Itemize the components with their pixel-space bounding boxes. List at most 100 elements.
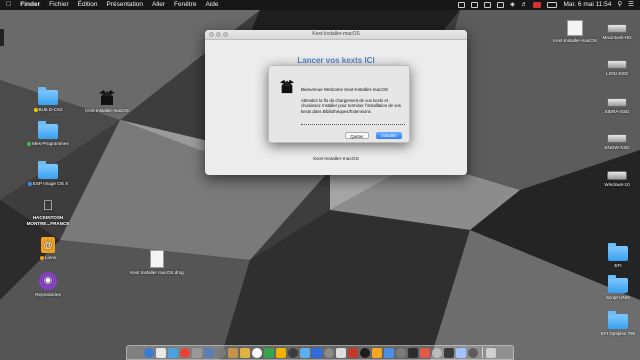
drive-icon — [607, 60, 627, 69]
dock-app-icon[interactable] — [275, 347, 286, 358]
dock-app-icon[interactable] — [443, 347, 454, 358]
menu-edition[interactable]: Édition — [78, 0, 98, 10]
dialog-message: Attendez la fin du chargement de vos kex… — [301, 98, 401, 114]
desktop-icon-label: EFI — [614, 263, 622, 268]
status-icon-4[interactable] — [496, 2, 504, 8]
desktop-icon-label: Repositories — [35, 292, 61, 297]
close-button[interactable] — [209, 32, 214, 37]
desktop-icon-mes-programmes[interactable]: Mes-Programmes — [18, 121, 78, 147]
dock-app-icon[interactable] — [287, 347, 298, 358]
folder-icon — [608, 243, 628, 261]
drive-icon — [607, 98, 627, 107]
dock-app-icon[interactable] — [215, 347, 226, 358]
dock-app-icon[interactable] — [383, 347, 394, 358]
desktop:  Finder Fichier Édition Présentation Al… — [0, 0, 640, 360]
dock-app-icon[interactable] — [431, 347, 442, 358]
dock-app-icon[interactable] — [191, 347, 202, 358]
wifi-icon[interactable]: ◈ — [510, 0, 515, 10]
desktop-icon-snow-ssd[interactable]: SNOW-SSD — [587, 134, 640, 151]
status-icon-2[interactable] — [470, 2, 478, 8]
dock-app-icon[interactable] — [251, 347, 262, 358]
dock-app-icon[interactable] — [407, 347, 418, 358]
dock-app-icon[interactable] — [311, 347, 322, 358]
desktop-icon-label: Script-UNIX — [605, 295, 631, 300]
folder-icon — [38, 121, 58, 139]
menu-fenetre[interactable]: Fenêtre — [174, 0, 196, 10]
desktop-icon-kext-dmg[interactable]: Kext Installer macOS.dmg — [127, 250, 187, 276]
dock-app-icon[interactable] — [167, 347, 178, 358]
quit-button[interactable]: Quitter — [345, 132, 369, 139]
dock-app-icon[interactable] — [359, 347, 370, 358]
desktop-icon-script-unix[interactable]: Script-UNIX — [588, 275, 640, 301]
dock-app-icon[interactable] — [179, 347, 190, 358]
menu-finder[interactable]: Finder — [20, 0, 40, 10]
loading-indicator — [301, 124, 405, 126]
folder-icon — [38, 87, 58, 105]
desktop-icon-build-cs2[interactable]: BUILD-CS2 — [18, 87, 78, 113]
dock — [126, 345, 514, 360]
dock-app-icon[interactable] — [227, 347, 238, 358]
volume-icon[interactable]: ♬ — [521, 0, 528, 10]
window-footer-label: Kext-Installer-macOS — [313, 157, 359, 162]
desktop-icon-siera-ssd[interactable]: SIERA-SSD — [587, 98, 640, 115]
tag-dot — [40, 255, 44, 260]
desktop-icon-lion-ssd[interactable]: LION-SSD — [587, 60, 640, 77]
drive-icon — [607, 171, 627, 180]
dock-app-icon[interactable] — [143, 347, 154, 358]
desktop-icon-label: Kext Installer macOS.dmg — [130, 270, 184, 275]
dock-app-icon[interactable] — [347, 347, 358, 358]
desktop-icon-macintosh-hd[interactable]: Macintosh-HD — [587, 24, 640, 41]
status-icon-3[interactable] — [483, 2, 491, 8]
notification-center-icon[interactable]: ☰ — [628, 0, 634, 10]
flag-icon[interactable] — [533, 2, 542, 8]
dock-app-icon[interactable] — [203, 347, 214, 358]
menu-aide[interactable]: Aide — [205, 0, 218, 10]
zoom-button[interactable] — [223, 32, 228, 37]
dock-app-icon[interactable] — [455, 347, 466, 358]
menu-aller[interactable]: Aller — [152, 0, 165, 10]
dock-app-icon[interactable] — [299, 347, 310, 358]
dock-app-icon[interactable] — [263, 347, 274, 358]
desktop-icon-repositories[interactable]: ◉ Repositories — [18, 272, 78, 298]
spotlight-icon[interactable]: ⚲ — [617, 0, 622, 10]
dock-app-icon[interactable] — [239, 347, 250, 358]
dialog-title: Bienvenue Welcome Kext-Installer-macOS — [301, 87, 388, 92]
dock-app-icon[interactable] — [323, 347, 334, 358]
desktop-icon-kext-installer[interactable]: Kext-Installer-macOS — [77, 88, 137, 114]
menu-fichier[interactable]: Fichier — [49, 0, 69, 10]
tag-dot — [27, 141, 32, 146]
desktop-icon-esp-image[interactable]: ESP Image OS X — [18, 161, 78, 187]
desktop-icon-label: EFI Optiplex 790 — [600, 331, 636, 336]
tag-dot — [33, 107, 38, 112]
trash-icon[interactable] — [486, 347, 497, 358]
clock[interactable]: Mar. 6 mai 11:54 — [563, 0, 611, 10]
menu-bar:  Finder Fichier Édition Présentation Al… — [0, 0, 640, 10]
dock-app-icon[interactable] — [335, 347, 346, 358]
window-title: Kext-Installer-macOS — [312, 31, 360, 37]
desktop-icon-windows-10[interactable]: Windows-10 — [587, 171, 640, 188]
drive-icon — [607, 24, 627, 33]
menu-presentation[interactable]: Présentation — [107, 0, 144, 10]
desktop-icon-efi-optiplex[interactable]: EFI Optiplex 790 — [588, 311, 640, 337]
dock-app-icon[interactable] — [467, 347, 478, 358]
kext-installer-icon — [279, 78, 295, 99]
battery-icon[interactable] — [547, 2, 558, 8]
desktop-icon-liens[interactable]: @ Liens — [18, 237, 78, 261]
window-titlebar[interactable]: Kext-Installer-macOS — [205, 30, 467, 40]
dock-app-icon[interactable] — [395, 347, 406, 358]
desktop-icon-hackintosh[interactable]:  HACKINTOSH MONTRE...FRANCE — [18, 198, 78, 226]
side-panel-handle[interactable] — [0, 29, 4, 46]
dock-app-icon[interactable] — [419, 347, 430, 358]
dock-app-icon[interactable] — [155, 347, 166, 358]
minimize-button[interactable] — [216, 32, 221, 37]
dock-separator — [481, 347, 483, 358]
install-button[interactable]: Installer — [376, 132, 402, 139]
package-icon — [567, 20, 583, 36]
desktop-icon-label: ESP Image OS X — [32, 181, 69, 186]
dock-app-icon[interactable] — [371, 347, 382, 358]
status-icon-1[interactable] — [457, 2, 465, 8]
apple-menu-icon[interactable]:  — [6, 0, 11, 10]
desktop-icon-label: Kext-Installer-macOS — [85, 108, 129, 113]
desktop-icon-efi[interactable]: EFI — [588, 243, 640, 269]
tag-dot — [27, 181, 32, 186]
